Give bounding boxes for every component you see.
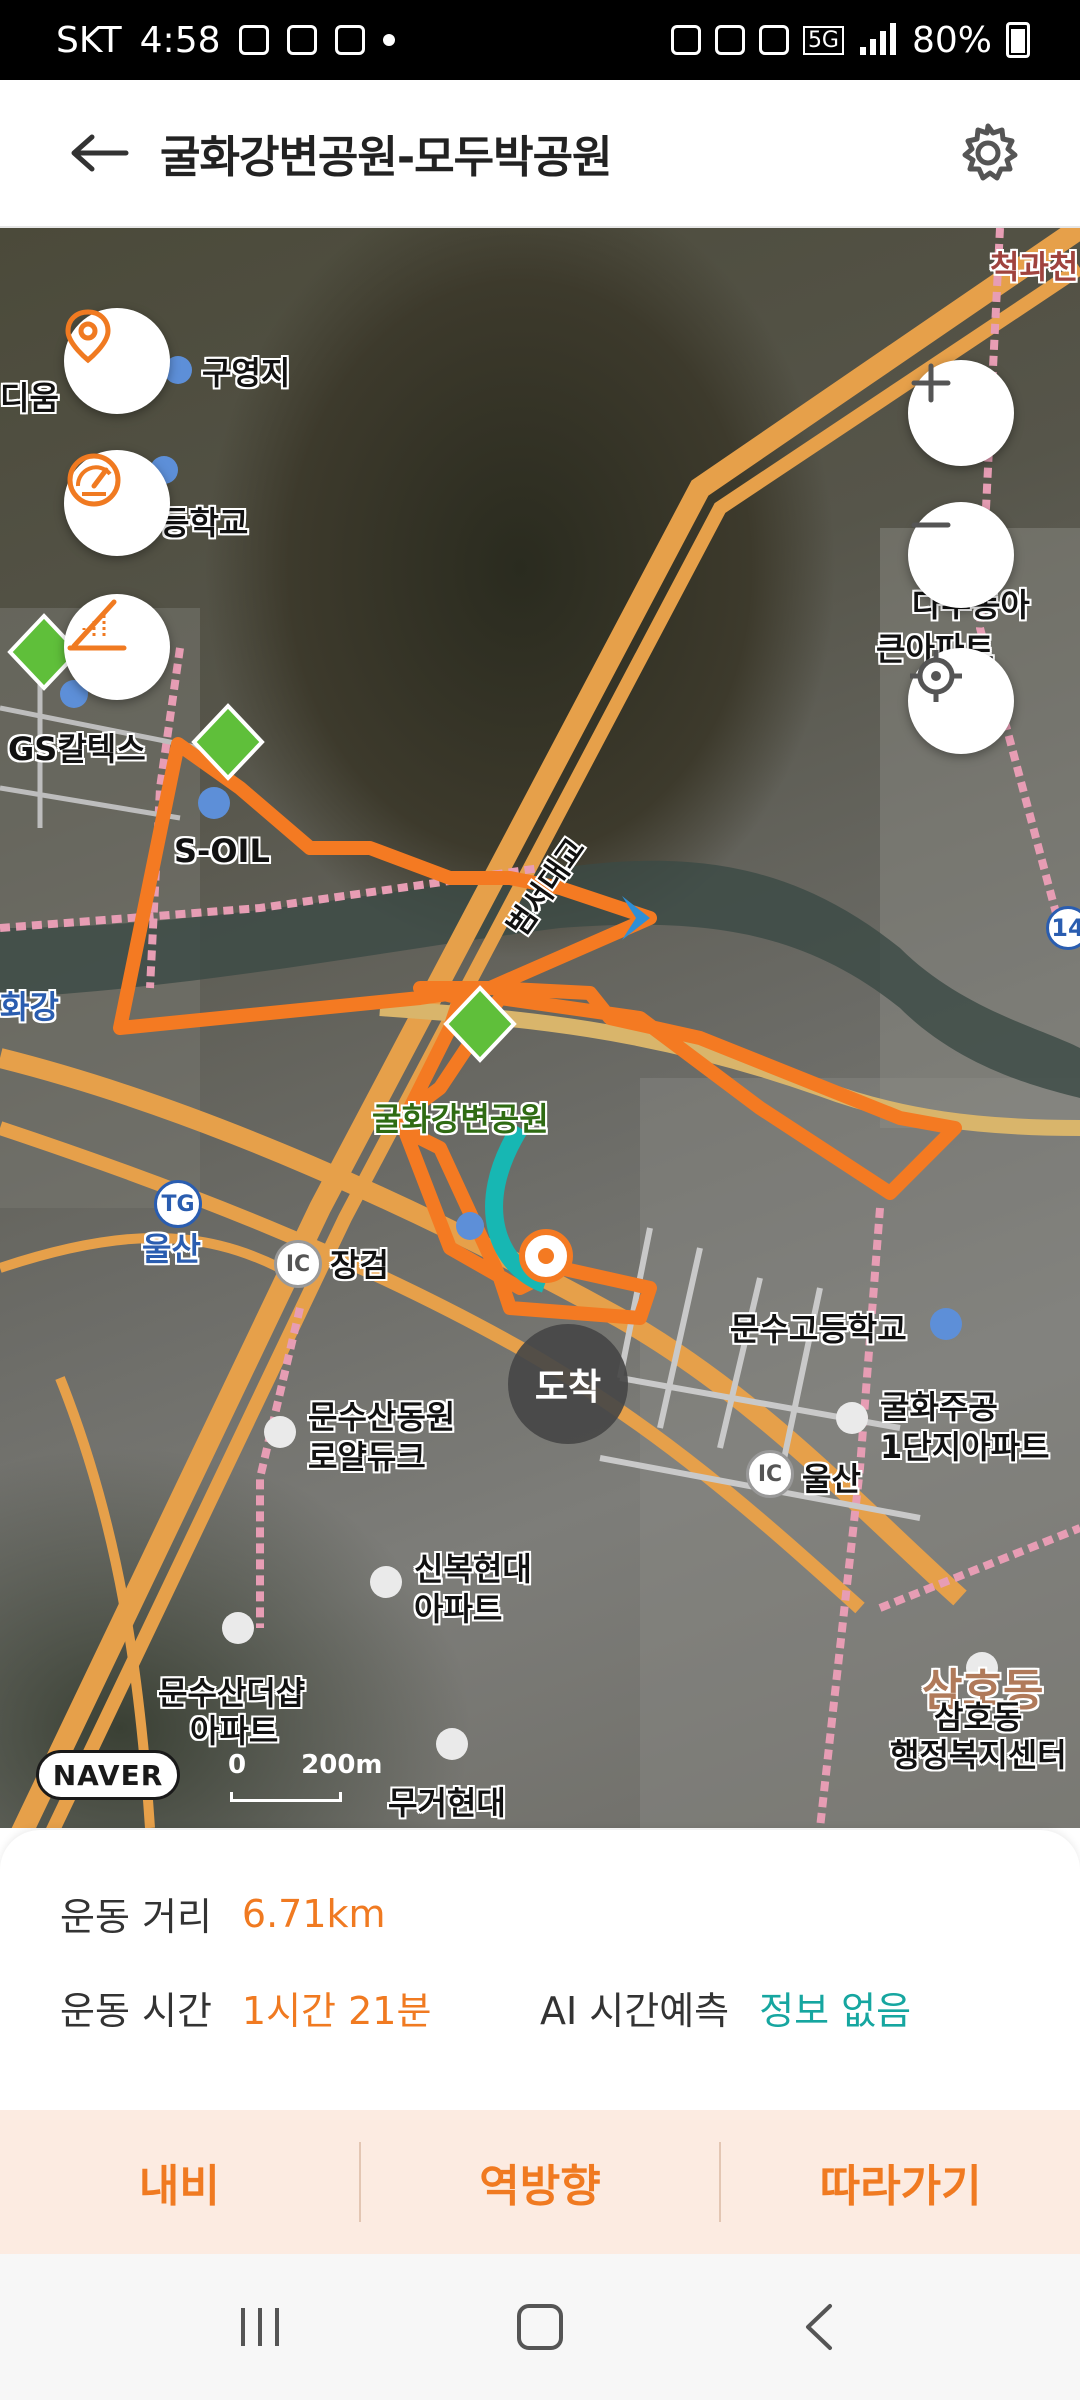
map-label: 로얄듀크 (308, 1438, 426, 1476)
time-value: 1시간 21분 (241, 1989, 432, 2033)
app-header: 굴화강변공원-모두박공원 (0, 80, 1080, 228)
map-label: 등학교 (160, 504, 249, 542)
scale-zero: 0 (228, 1750, 247, 1780)
map-label: GS칼텍스 (8, 730, 146, 768)
plus-icon (911, 363, 951, 403)
map-label: S-OIL (174, 832, 270, 870)
naver-logo: NAVER (36, 1750, 180, 1800)
map-label: 장검 (330, 1246, 389, 1284)
time-label: 운동 시간 (60, 1989, 212, 2033)
map-graphics (0, 228, 1080, 1828)
system-back-button[interactable] (760, 2277, 880, 2377)
arrival-marker[interactable]: 도착 (508, 1324, 628, 1444)
summary-sheet: 운동 거리 6.71km 운동 시간 1시간 21분 AI 시간예측 정보 없음 (0, 1830, 1080, 2110)
ai-label: AI 시간예측 (540, 1989, 730, 2033)
map-label: 구영지 (202, 354, 291, 392)
home-icon (517, 2304, 563, 2350)
system-nav-bar (0, 2254, 1080, 2400)
ic-badge: IC (746, 1450, 794, 1498)
time-row: 운동 시간 1시간 21분 (60, 1980, 431, 2035)
settings-button[interactable] (948, 113, 1028, 193)
distance-row: 운동 거리 6.71km (60, 1886, 386, 1941)
page-title: 굴화강변공원-모두박공원 (160, 132, 613, 183)
ai-row: AI 시간예측 정보 없음 (540, 1980, 911, 2035)
app-icon (334, 25, 365, 55)
clock: 4:58 (139, 19, 221, 61)
map-label: 아파트 (414, 1590, 503, 1628)
zoom-out-button[interactable] (908, 502, 1014, 608)
zoom-in-button[interactable] (908, 360, 1014, 466)
battery-icon (1006, 22, 1030, 58)
more-notifications-icon (382, 34, 395, 46)
my-location-button[interactable] (908, 648, 1014, 754)
map-label: 굴화강변공원 (372, 1100, 549, 1138)
map-label: 문수고등학교 (730, 1310, 907, 1348)
location-button[interactable] (64, 308, 170, 414)
location-icon (758, 25, 789, 55)
ic-badge: IC (274, 1240, 322, 1288)
map-label: 아파트 (190, 1712, 279, 1750)
map-scale: 0 200m (228, 1750, 383, 1802)
speed-button[interactable] (64, 450, 170, 556)
status-bar: SKT 4:58 5G 80% (0, 0, 1080, 80)
elevation-icon (67, 599, 127, 651)
gallery-icon (286, 25, 317, 55)
home-button[interactable] (480, 2277, 600, 2377)
location-pin-icon (65, 309, 111, 364)
map-label: 울산 (802, 1460, 861, 1498)
tg-badge: TG (154, 1180, 202, 1228)
arrow-left-icon (71, 134, 129, 172)
alarm-icon (714, 25, 745, 55)
gear-icon (962, 123, 1018, 181)
battery-percent: 80% (911, 19, 992, 61)
map-label: 화강 (0, 988, 59, 1026)
scale-distance: 200m (301, 1750, 383, 1780)
speedometer-icon (67, 453, 121, 507)
carrier-label: SKT (56, 19, 122, 61)
signal-icon (859, 23, 896, 55)
recent-apps-icon (241, 2308, 279, 2346)
reverse-button[interactable]: 역방향 (361, 2110, 720, 2254)
notification-icon (238, 25, 269, 55)
map-label: 디움 (0, 379, 59, 417)
crosshair-icon (910, 650, 962, 702)
action-bar: 내비 역방향 따라가기 (0, 2110, 1080, 2254)
map-label: 1단지아파트 (880, 1428, 1050, 1466)
map-label: 울산 (142, 1230, 201, 1268)
follow-button[interactable]: 따라가기 (721, 2110, 1080, 2254)
back-chevron-icon (806, 2304, 832, 2350)
distance-value: 6.71km (241, 1891, 386, 1936)
elevation-button[interactable] (64, 594, 170, 700)
battery-saver-icon (670, 25, 701, 55)
map-label: 행정복지센터 (890, 1736, 1067, 1774)
ai-value: 정보 없음 (759, 1989, 912, 2033)
map-label: 무거현대 (388, 1784, 506, 1822)
network-type: 5G (802, 25, 844, 55)
recent-apps-button[interactable] (200, 2277, 320, 2377)
back-button[interactable] (60, 113, 140, 193)
map-label: 척과천 (990, 248, 1079, 286)
map-view[interactable]: TG IC IC 14 구영지 등학교 디움 GS칼텍스 S-OIL 화강 굴화… (0, 228, 1080, 1828)
minus-icon (911, 522, 951, 528)
navi-button[interactable]: 내비 (0, 2110, 359, 2254)
distance-label: 운동 거리 (60, 1895, 212, 1939)
